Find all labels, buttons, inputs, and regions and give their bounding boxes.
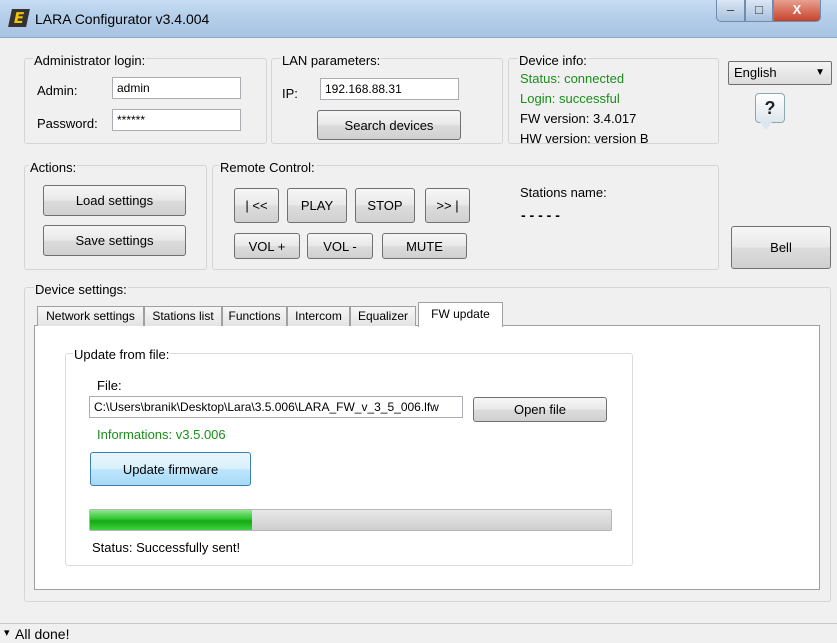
- admin-label: Admin:: [37, 83, 78, 98]
- login-status-text: Login: successful: [520, 91, 620, 106]
- device-info-group-label: Device info:: [518, 53, 588, 68]
- device-settings-group-label: Device settings:: [34, 282, 128, 297]
- ip-input[interactable]: 192.168.88.31: [320, 78, 459, 100]
- language-select-value: English: [734, 65, 777, 80]
- lan-parameters-group-label: LAN parameters:: [281, 53, 382, 68]
- hw-version-text: HW version: version B: [520, 131, 649, 146]
- help-bubble-tail: [760, 122, 772, 130]
- next-button[interactable]: >> |: [425, 188, 470, 223]
- upload-progress-bar: [89, 509, 612, 531]
- app-logo-icon: E: [8, 9, 30, 27]
- update-firmware-button[interactable]: Update firmware: [90, 452, 251, 486]
- admin-input[interactable]: admin: [112, 77, 241, 99]
- close-button[interactable]: X: [773, 0, 821, 22]
- stop-button[interactable]: STOP: [355, 188, 415, 223]
- tab-equalizer[interactable]: Equalizer: [350, 306, 416, 326]
- admin-login-group: [24, 58, 267, 144]
- play-button[interactable]: PLAY: [287, 188, 347, 223]
- status-bar: ▾ All done!: [0, 623, 837, 643]
- search-devices-button[interactable]: Search devices: [317, 110, 461, 140]
- tab-stations-list[interactable]: Stations list: [144, 306, 222, 326]
- remote-control-group-label: Remote Control:: [219, 160, 316, 175]
- chevron-down-icon: ▼: [815, 67, 825, 78]
- connection-status-text: Status: connected: [520, 71, 625, 86]
- upload-status-text: Status: Successfully sent!: [92, 540, 241, 555]
- volume-down-button[interactable]: VOL -: [307, 233, 373, 259]
- maximize-button[interactable]: □: [745, 0, 773, 22]
- firmware-informations-text: Informations: v3.5.006: [97, 427, 226, 442]
- update-from-file-group-label: Update from file:: [73, 347, 171, 362]
- status-grip-icon: ▾: [4, 627, 10, 639]
- stations-name-value: - - - - -: [521, 207, 560, 223]
- title-bar[interactable]: E LARA Configurator v3.4.004 – □ X: [0, 0, 837, 38]
- main-window: E LARA Configurator v3.4.004 – □ X Admin…: [0, 0, 837, 643]
- tab-functions[interactable]: Functions: [222, 306, 287, 326]
- actions-group-label: Actions:: [29, 160, 78, 175]
- save-settings-button[interactable]: Save settings: [43, 225, 186, 256]
- mute-button[interactable]: MUTE: [382, 233, 467, 259]
- fw-version-text: FW version: 3.4.017: [520, 111, 637, 126]
- password-input[interactable]: ******: [112, 109, 241, 131]
- previous-button[interactable]: | <<: [234, 188, 279, 223]
- tab-intercom[interactable]: Intercom: [287, 306, 350, 326]
- stations-name-label: Stations name:: [520, 185, 607, 200]
- tab-network-settings[interactable]: Network settings: [37, 306, 144, 326]
- upload-progress-fill: [90, 510, 252, 530]
- load-settings-button[interactable]: Load settings: [43, 185, 186, 216]
- open-file-button[interactable]: Open file: [473, 397, 607, 422]
- admin-login-group-label: Administrator login:: [33, 53, 147, 68]
- file-label: File:: [97, 378, 122, 393]
- language-select[interactable]: English ▼: [728, 61, 832, 85]
- window-title: LARA Configurator v3.4.004: [35, 11, 210, 27]
- bell-button[interactable]: Bell: [731, 226, 831, 269]
- password-label: Password:: [37, 116, 98, 131]
- minimize-button[interactable]: –: [716, 0, 745, 22]
- help-icon[interactable]: ?: [755, 93, 785, 123]
- ip-label: IP:: [282, 86, 298, 101]
- status-bar-text: All done!: [15, 626, 70, 642]
- file-path-input[interactable]: C:\Users\branik\Desktop\Lara\3.5.006\LAR…: [89, 396, 463, 418]
- volume-up-button[interactable]: VOL +: [234, 233, 300, 259]
- tab-fw-update[interactable]: FW update: [418, 302, 503, 327]
